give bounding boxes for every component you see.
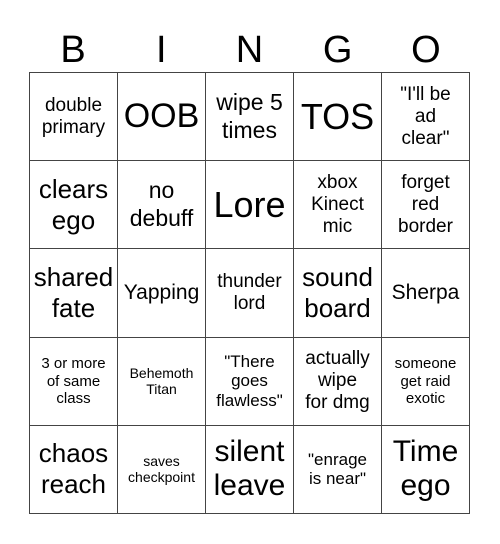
bingo-cell[interactable]: sound board bbox=[294, 249, 382, 338]
bingo-cell[interactable]: "There goes flawless" bbox=[206, 337, 294, 426]
bingo-cell[interactable]: Yapping bbox=[118, 249, 206, 338]
bingo-cell[interactable]: Behemoth Titan bbox=[118, 337, 206, 426]
bingo-cell[interactable]: "enrage is near" bbox=[294, 425, 382, 514]
bingo-cell[interactable]: chaos reach bbox=[30, 425, 118, 514]
bingo-cell[interactable]: silent leave bbox=[206, 425, 294, 514]
bingo-cell[interactable]: xbox Kinect mic bbox=[294, 161, 382, 250]
bingo-cell[interactable]: saves checkpoint bbox=[118, 425, 206, 514]
header-letter-g: G bbox=[322, 29, 353, 71]
bingo-cell[interactable]: 3 or more of same class bbox=[30, 337, 118, 426]
bingo-cell[interactable]: OOB bbox=[118, 73, 206, 162]
bingo-cell[interactable]: Sherpa bbox=[382, 249, 470, 338]
bingo-cell[interactable]: "I'll be ad clear" bbox=[382, 73, 470, 162]
bingo-header: B I N G O bbox=[29, 28, 470, 72]
bingo-cell[interactable]: Time ego bbox=[382, 425, 470, 514]
bingo-cell[interactable]: actually wipe for dmg bbox=[294, 337, 382, 426]
bingo-cell[interactable]: no debuff bbox=[118, 161, 206, 250]
bingo-cell[interactable]: clears ego bbox=[30, 161, 118, 250]
bingo-cell[interactable]: double primary bbox=[30, 73, 118, 162]
bingo-cell[interactable]: TOS bbox=[294, 73, 382, 162]
bingo-cell[interactable]: thunder lord bbox=[206, 249, 294, 338]
bingo-cell[interactable]: shared fate bbox=[30, 249, 118, 338]
header-letter-o: O bbox=[411, 29, 441, 71]
bingo-cell[interactable]: Lore bbox=[206, 161, 294, 250]
header-letter-i: I bbox=[156, 29, 167, 71]
bingo-cell[interactable]: forget red border bbox=[382, 161, 470, 250]
bingo-cell[interactable]: wipe 5 times bbox=[206, 73, 294, 162]
header-letter-n: N bbox=[235, 29, 264, 71]
bingo-cell[interactable]: someone get raid exotic bbox=[382, 337, 470, 426]
bingo-card-grid: double primary OOB wipe 5 times TOS "I'l… bbox=[29, 72, 470, 514]
header-letter-b: B bbox=[60, 29, 86, 71]
